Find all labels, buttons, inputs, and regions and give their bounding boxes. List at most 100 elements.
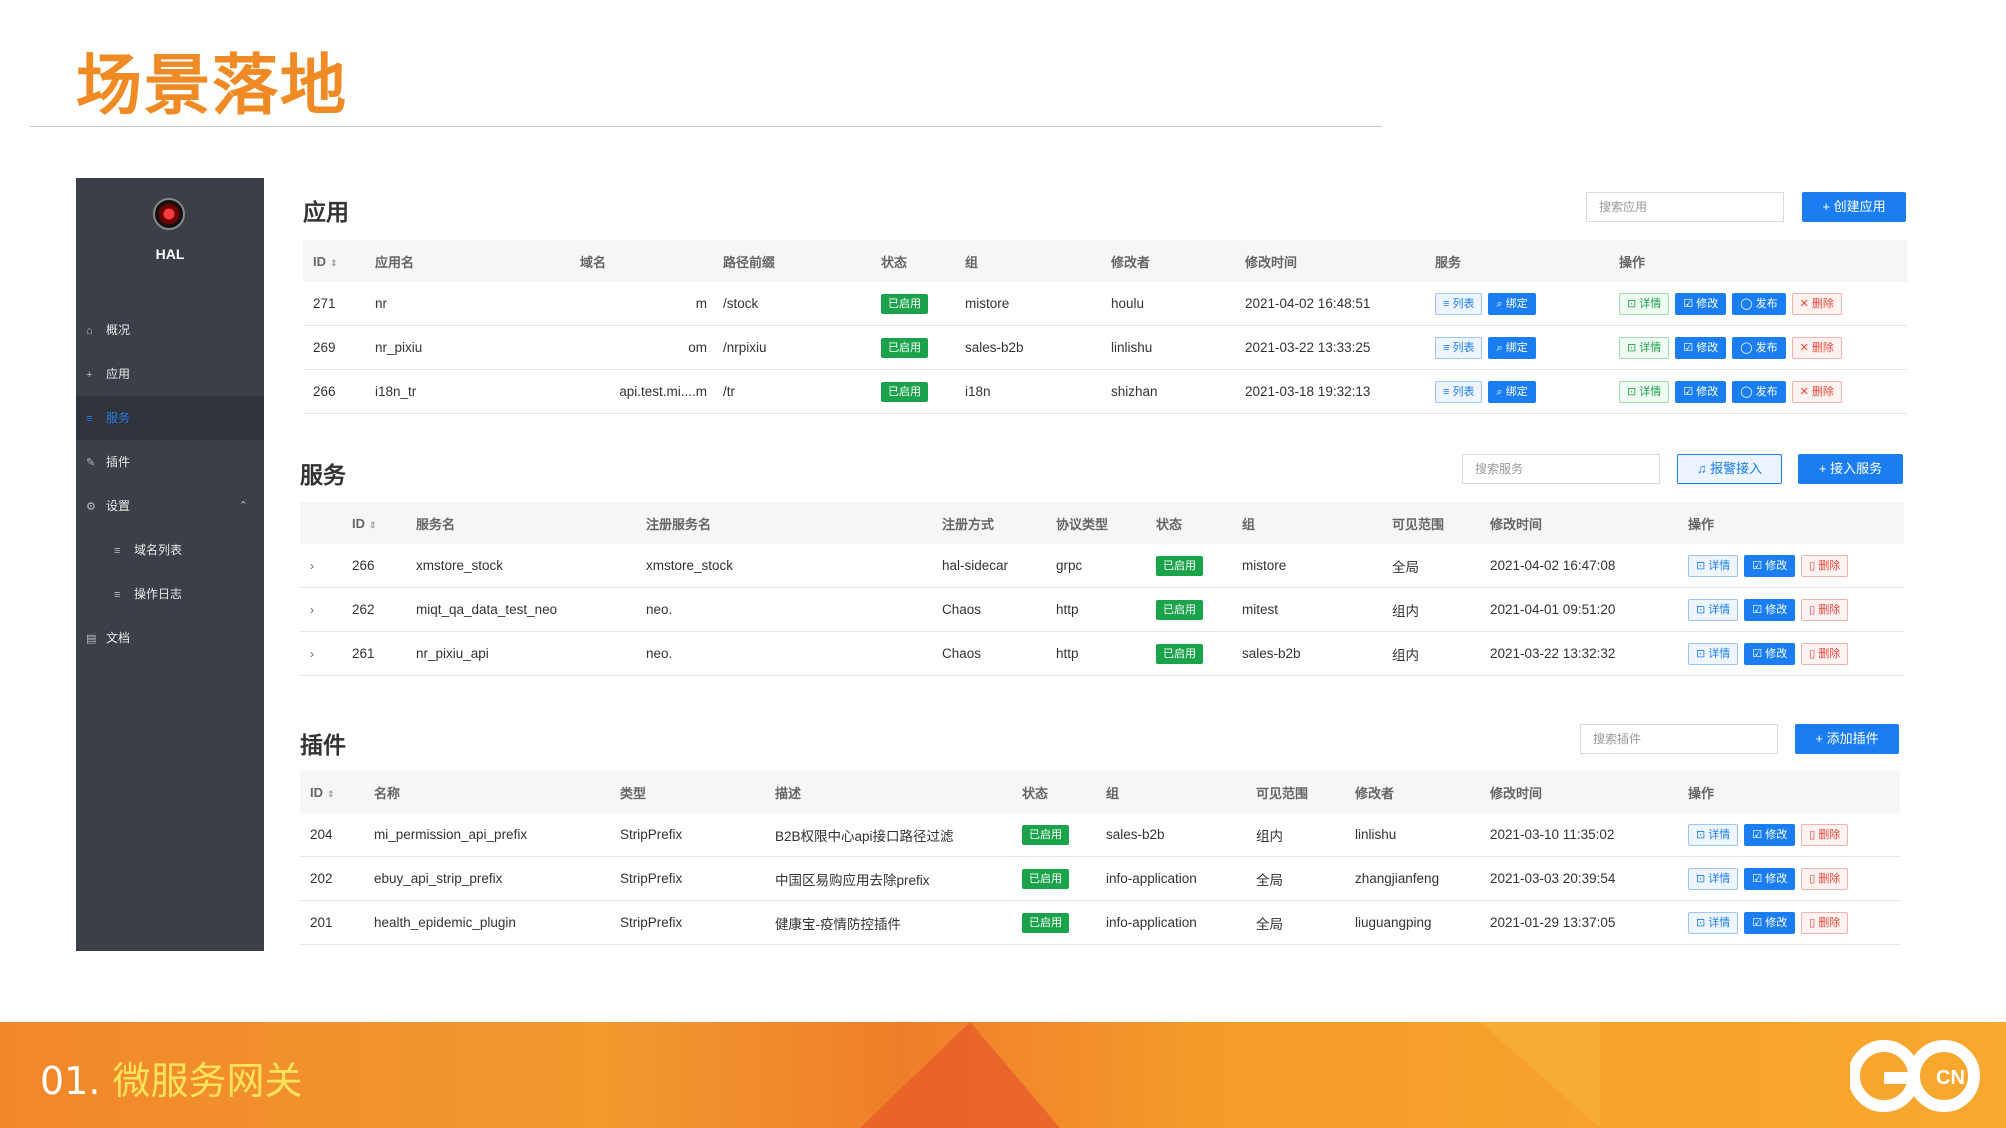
delete-button[interactable]: ✕ 删除 [1791, 292, 1842, 315]
add-plugin-button[interactable]: + 添加插件 [1795, 724, 1899, 754]
cell-actions: ⊡ 详情 ☑ 修改 ▯ 删除 [1678, 900, 1900, 945]
delete-button[interactable]: ▯ 删除 [1801, 867, 1849, 890]
col-header: 域名 [570, 240, 713, 282]
apps-table-header: ID ⇕ 应用名 域名 路径前缀 状态 组 修改者 修改时间 服务 操作 [303, 240, 1907, 282]
delete-button[interactable]: ▯ 删除 [1801, 823, 1849, 846]
cell-service: ≡ 列表 ⌕ 绑定 [1425, 369, 1609, 414]
delete-button[interactable]: ▯ 删除 [1801, 642, 1849, 665]
edit-button[interactable]: ☑ 修改 [1675, 292, 1727, 315]
cell-name: mi_permission_api_prefix [364, 813, 610, 857]
list-button[interactable]: ≡ 列表 [1435, 292, 1483, 315]
expand-row-icon[interactable]: › [300, 631, 342, 676]
cell-type: StripPrefix [610, 813, 765, 857]
bind-button[interactable]: ⌕ 绑定 [1488, 336, 1536, 359]
expand-row-icon[interactable]: › [300, 544, 342, 588]
detail-button[interactable]: ⊡ 详情 [1688, 642, 1739, 665]
detail-button[interactable]: ⊡ 详情 [1619, 292, 1670, 315]
sort-icon[interactable]: ⇕ [369, 520, 377, 530]
cell-scope: 全局 [1246, 856, 1345, 901]
publish-button[interactable]: ◯ 发布 [1732, 292, 1786, 315]
sidebar-item-domains[interactable]: ≡ 域名列表 [76, 528, 264, 572]
cell-name: health_epidemic_plugin [364, 900, 610, 945]
cell-time: 2021-03-10 11:35:02 [1480, 813, 1678, 857]
add-service-button[interactable]: + 接入服务 [1798, 454, 1903, 484]
delete-button[interactable]: ▯ 删除 [1801, 554, 1849, 577]
list-button[interactable]: ≡ 列表 [1435, 380, 1483, 403]
cell-name: ebuy_api_strip_prefix [364, 856, 610, 901]
sidebar-item-services[interactable]: ≡ 服务 [76, 396, 264, 440]
delete-button[interactable]: ▯ 删除 [1801, 911, 1849, 934]
doc-icon: ▤ [86, 633, 97, 645]
detail-button[interactable]: ⊡ 详情 [1688, 823, 1739, 846]
col-header: 修改时间 [1235, 240, 1425, 282]
edit-button[interactable]: ☑ 修改 [1744, 823, 1796, 846]
cell-time: 2021-04-01 09:51:20 [1480, 587, 1678, 632]
delete-button[interactable]: ▯ 删除 [1801, 598, 1849, 621]
detail-button[interactable]: ⊡ 详情 [1619, 380, 1670, 403]
edit-button[interactable]: ☑ 修改 [1744, 554, 1796, 577]
services-search-input[interactable]: 搜索服务 [1462, 454, 1660, 484]
col-header: 注册方式 [932, 502, 1046, 544]
edit-button[interactable]: ☑ 修改 [1744, 911, 1796, 934]
cell-group: sales-b2b [1232, 631, 1382, 676]
cell-modifier: linlishu [1101, 325, 1235, 370]
sidebar-item-logs[interactable]: ≡ 操作日志 [76, 572, 264, 616]
edit-button[interactable]: ☑ 修改 [1744, 642, 1796, 665]
chevron-up-icon: ⌃ [238, 500, 248, 512]
list-button[interactable]: ≡ 列表 [1435, 336, 1483, 359]
cell-protocol: grpc [1046, 544, 1146, 588]
bind-button[interactable]: ⌕ 绑定 [1488, 380, 1536, 403]
slide-title: 场景落地 [76, 47, 348, 124]
sort-icon[interactable]: ⇕ [330, 258, 338, 268]
edit-button[interactable]: ☑ 修改 [1675, 336, 1727, 359]
detail-button[interactable]: ⊡ 详情 [1688, 598, 1739, 621]
alert-access-button[interactable]: ♫ 报警接入 [1677, 454, 1782, 484]
apps-search-input[interactable]: 搜索应用 [1586, 192, 1784, 222]
apps-table: ID ⇕ 应用名 域名 路径前缀 状态 组 修改者 修改时间 服务 操作 271 … [303, 240, 1907, 414]
status-badge: 已启用 [1022, 824, 1069, 845]
plugins-search-input[interactable]: 搜索插件 [1580, 724, 1778, 754]
sort-icon[interactable]: ⇕ [327, 789, 335, 799]
gear-icon: ⚙ [86, 501, 96, 513]
cell-protocol: http [1046, 587, 1146, 632]
detail-button[interactable]: ⊡ 详情 [1688, 554, 1739, 577]
col-header[interactable]: ID ⇕ [300, 771, 364, 813]
sidebar-item-overview[interactable]: ⌂ 概况 [76, 308, 264, 352]
detail-button[interactable]: ⊡ 详情 [1688, 911, 1739, 934]
detail-button[interactable]: ⊡ 详情 [1688, 867, 1739, 890]
sidebar-item-apps[interactable]: + 应用 [76, 352, 264, 396]
expand-row-icon[interactable]: › [300, 587, 342, 632]
services-table-header: ID ⇕ 服务名 注册服务名 注册方式 协议类型 状态 组 可见范围 修改时间 操… [300, 502, 1904, 544]
sidebar-item-settings[interactable]: ⚙ 设置 ⌃ [76, 484, 264, 528]
delete-button[interactable]: ✕ 删除 [1791, 380, 1842, 403]
edit-button[interactable]: ☑ 修改 [1744, 598, 1796, 621]
col-header: 操作 [1609, 240, 1907, 282]
bind-button[interactable]: ⌕ 绑定 [1488, 292, 1536, 315]
col-header: 可见范围 [1382, 502, 1480, 544]
cell-path: /nrpixiu [713, 325, 871, 370]
footer-decoration [860, 1022, 1060, 1128]
cell-modifier: houlu [1101, 282, 1235, 326]
cell-actions: ⊡ 详情 ☑ 修改 ▯ 删除 [1678, 587, 1904, 632]
cell-status: 已启用 [871, 325, 955, 370]
create-app-button[interactable]: + 创建应用 [1802, 192, 1906, 222]
detail-button[interactable]: ⊡ 详情 [1619, 336, 1670, 359]
col-header[interactable]: ID ⇕ [342, 502, 406, 544]
cell-id: 269 [303, 325, 365, 370]
cell-id: 204 [300, 813, 364, 857]
cell-scope: 组内 [1246, 813, 1345, 857]
cell-reg-type: Chaos [932, 587, 1046, 632]
cell-name: miqt_qa_data_test_neo [406, 587, 636, 632]
edit-button[interactable]: ☑ 修改 [1675, 380, 1727, 403]
publish-button[interactable]: ◯ 发布 [1732, 380, 1786, 403]
gocn-logo-icon: CN [1850, 1040, 1980, 1112]
plugins-section-title: 插件 [300, 733, 346, 759]
cell-actions: ⊡ 详情 ☑ 修改 ▯ 删除 [1678, 631, 1904, 676]
col-header: 操作 [1678, 502, 1904, 544]
edit-button[interactable]: ☑ 修改 [1744, 867, 1796, 890]
publish-button[interactable]: ◯ 发布 [1732, 336, 1786, 359]
delete-button[interactable]: ✕ 删除 [1791, 336, 1842, 359]
sidebar-item-plugins[interactable]: ✎ 插件 [76, 440, 264, 484]
sidebar-item-docs[interactable]: ▤ 文档 [76, 616, 264, 660]
col-header[interactable]: ID ⇕ [303, 240, 365, 282]
